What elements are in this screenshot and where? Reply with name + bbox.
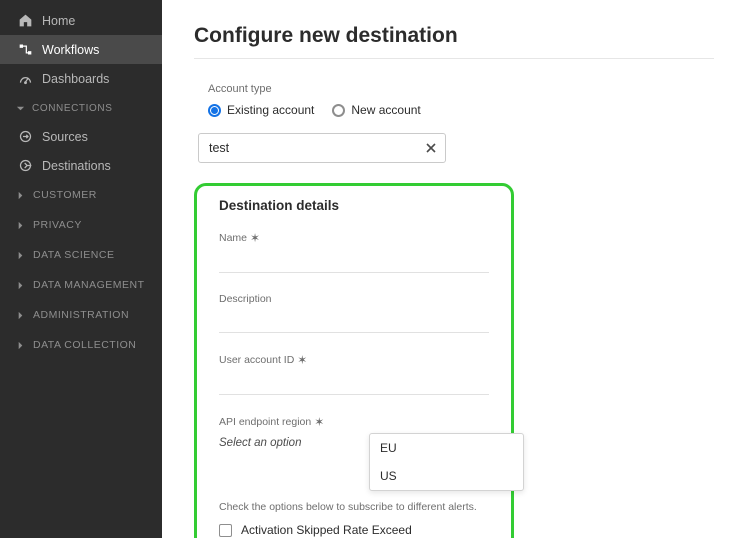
field-label-text: Description	[219, 293, 272, 305]
field-user-account-id: User account ID✶	[219, 353, 489, 407]
sidebar-item-home[interactable]: Home	[0, 6, 162, 35]
section-label: CONNECTIONS	[32, 103, 113, 114]
sidebar-item-dashboards[interactable]: Dashboards	[0, 64, 162, 93]
sidebar-item-label: Home	[42, 14, 75, 28]
radio-icon	[208, 104, 221, 117]
account-search-wrap	[198, 133, 446, 163]
dashboard-icon	[18, 71, 33, 86]
sources-icon	[18, 129, 33, 144]
sidebar-item-destinations[interactable]: Destinations	[0, 151, 162, 180]
field-name: Name✶	[219, 231, 489, 285]
sidebar-group-data-science[interactable]: DATA SCIENCE	[0, 240, 162, 270]
radio-label: Existing account	[227, 103, 314, 117]
required-asterisk: ✶	[314, 415, 324, 429]
chevron-right-icon	[16, 281, 25, 290]
radio-label: New account	[351, 103, 420, 117]
main-content: Configure new destination Account type E…	[162, 0, 750, 538]
chevron-right-icon	[16, 341, 25, 350]
sidebar-group-customer[interactable]: CUSTOMER	[0, 180, 162, 210]
account-type-label: Account type	[208, 83, 714, 95]
clear-icon[interactable]	[424, 141, 438, 155]
sidebar-item-label: Workflows	[42, 43, 99, 57]
chevron-right-icon	[16, 251, 25, 260]
field-label-text: Name	[219, 232, 247, 244]
select-placeholder: Select an option	[219, 437, 301, 449]
sidebar-item-label: Dashboards	[42, 72, 109, 86]
destinations-icon	[18, 158, 33, 173]
checkbox-label: Activation Skipped Rate Exceed	[241, 523, 412, 537]
chevron-down-icon	[16, 104, 25, 113]
sidebar-group-privacy[interactable]: PRIVACY	[0, 210, 162, 240]
group-label: DATA COLLECTION	[33, 339, 136, 351]
details-title: Destination details	[219, 198, 489, 213]
radio-existing-account[interactable]: Existing account	[208, 103, 314, 117]
description-input[interactable]	[219, 307, 489, 333]
group-label: DATA MANAGEMENT	[33, 279, 145, 291]
sidebar-item-label: Destinations	[42, 159, 111, 173]
group-label: CUSTOMER	[33, 189, 97, 201]
user-account-id-input[interactable]	[219, 369, 489, 395]
dropdown-item-us[interactable]: US	[370, 462, 523, 490]
dropdown-item-eu[interactable]: EU	[370, 434, 523, 462]
sidebar-section-connections[interactable]: CONNECTIONS	[0, 93, 162, 122]
chevron-right-icon	[16, 191, 25, 200]
field-label-text: API endpoint region	[219, 416, 311, 428]
sidebar-group-data-management[interactable]: DATA MANAGEMENT	[0, 270, 162, 300]
group-label: PRIVACY	[33, 219, 82, 231]
page-title: Configure new destination	[194, 24, 714, 59]
field-label-text: User account ID	[219, 354, 294, 366]
required-asterisk: ✶	[297, 353, 307, 367]
sidebar-item-label: Sources	[42, 130, 88, 144]
alert-checkbox-row[interactable]: Activation Skipped Rate Exceed	[219, 523, 489, 537]
required-asterisk: ✶	[250, 231, 260, 245]
sidebar-group-data-collection[interactable]: DATA COLLECTION	[0, 330, 162, 360]
alerts-description: Check the options below to subscribe to …	[219, 501, 489, 513]
checkbox-icon	[219, 524, 232, 537]
chevron-right-icon	[16, 221, 25, 230]
account-type-radios: Existing account New account	[208, 103, 714, 117]
workflow-icon	[18, 42, 33, 57]
group-label: ADMINISTRATION	[33, 309, 129, 321]
radio-icon	[332, 104, 345, 117]
account-search-input[interactable]	[198, 133, 446, 163]
sidebar: Home Workflows Dashboards CONNECTIONS So…	[0, 0, 162, 538]
group-label: DATA SCIENCE	[33, 249, 114, 261]
sidebar-item-workflows[interactable]: Workflows	[0, 35, 162, 64]
name-input[interactable]	[219, 247, 489, 273]
home-icon	[18, 13, 33, 28]
radio-new-account[interactable]: New account	[332, 103, 420, 117]
sidebar-item-sources[interactable]: Sources	[0, 122, 162, 151]
sidebar-group-administration[interactable]: ADMINISTRATION	[0, 300, 162, 330]
api-region-dropdown: EU US	[369, 433, 524, 491]
chevron-right-icon	[16, 311, 25, 320]
field-description: Description	[219, 293, 489, 345]
